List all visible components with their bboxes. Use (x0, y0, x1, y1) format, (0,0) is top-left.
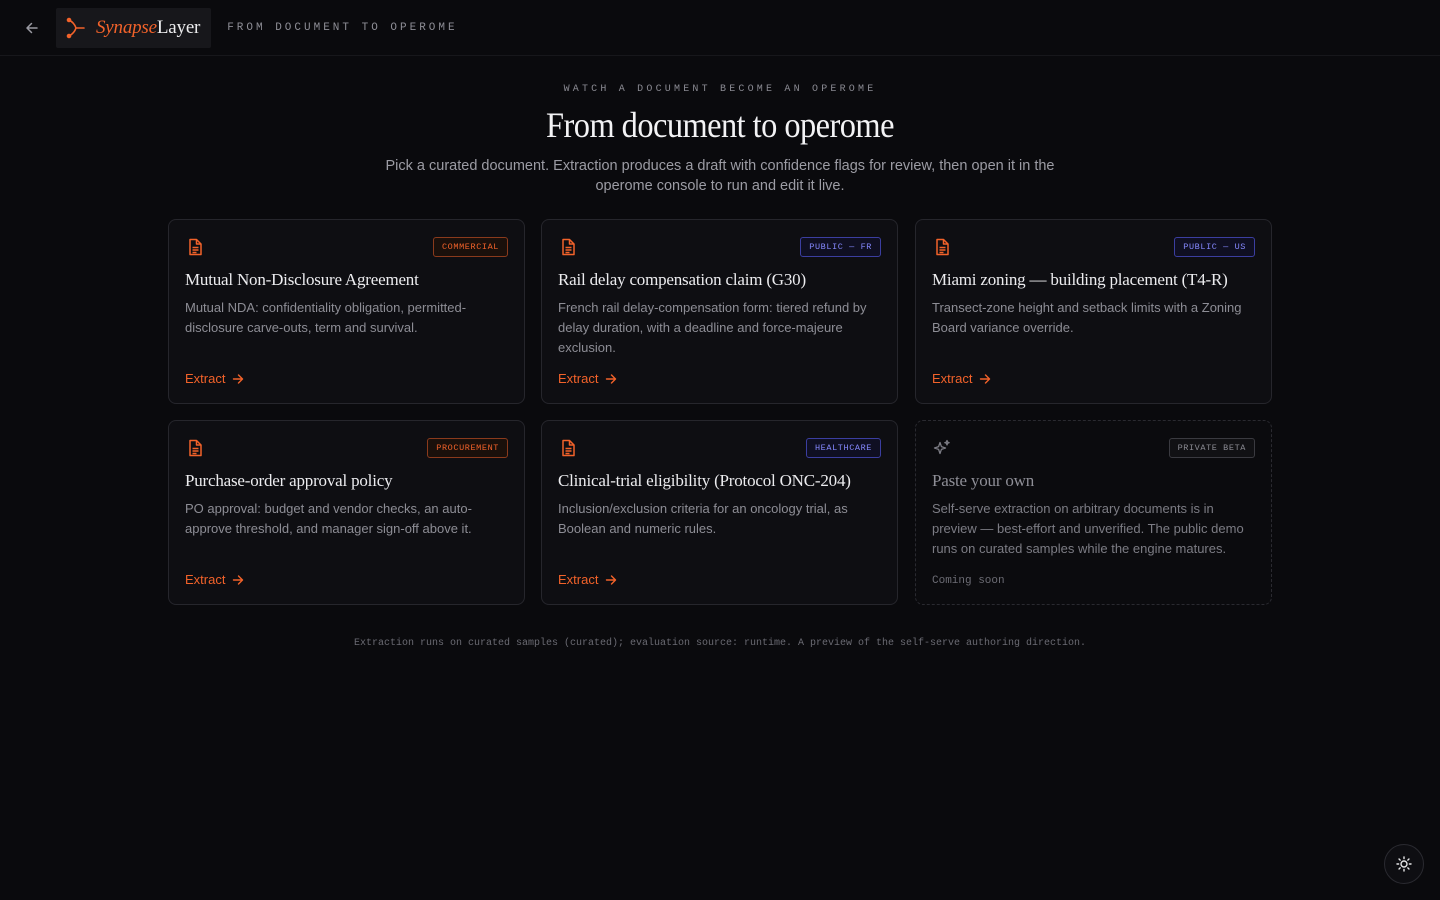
category-badge: COMMERCIAL (432, 236, 508, 257)
document-icon (562, 439, 575, 456)
top-bar: SynapseLayer FROM DOCUMENT TO OPEROME (0, 0, 1440, 56)
category-badge: HEALTHCARE (805, 437, 881, 458)
card-title: Mutual Non-Disclosure Agreement (185, 270, 419, 289)
extract-label: Extract (932, 371, 973, 386)
category-badge: PUBLIC — FR (800, 236, 881, 257)
hero-description: Pick a curated document. Extraction prod… (385, 158, 1055, 194)
synapse-logo-icon (66, 17, 85, 38)
card-title: Paste your own (932, 471, 1035, 490)
sample-card-clinical[interactable]: HEALTHCARE Clinical-trial eligibility (P… (541, 420, 898, 605)
document-icon (189, 439, 202, 456)
sample-card-nda[interactable]: COMMERCIAL Mutual Non-Disclosure Agreeme… (168, 219, 525, 404)
card-title: Rail delay compensation claim (G30) (558, 270, 806, 289)
arrow-right-icon (980, 373, 991, 384)
brand-logo-link[interactable]: SynapseLayer (56, 7, 212, 48)
category-badge: PUBLIC — US (1174, 236, 1255, 257)
arrow-right-icon (606, 373, 617, 384)
category-badge: PRIVATE BETA (1168, 437, 1255, 458)
card-description: Inclusion/exclusion criteria for an onco… (558, 501, 848, 536)
sample-card-rail[interactable]: PUBLIC — FR Rail delay compensation clai… (541, 219, 898, 404)
card-description: French rail delay-compensation form: tie… (558, 300, 867, 355)
card-description: Mutual NDA: confidentiality obligation, … (185, 300, 467, 335)
card-description: PO approval: budget and vendor checks, a… (185, 501, 472, 536)
extract-label: Extract (558, 371, 599, 386)
document-icon (189, 238, 202, 255)
hero-eyebrow: WATCH A DOCUMENT BECOME AN OPEROME (563, 84, 877, 95)
extract-button[interactable]: Extract (558, 572, 617, 587)
extract-button[interactable]: Extract (558, 371, 617, 386)
sample-card-zoning[interactable]: PUBLIC — US Miami zoning — building plac… (915, 219, 1272, 404)
sparkles-icon (933, 439, 950, 454)
extract-button[interactable]: Extract (185, 371, 244, 386)
extract-button[interactable]: Extract (185, 572, 244, 587)
card-title: Purchase-order approval policy (185, 471, 393, 490)
coming-soon-label: Coming soon (932, 575, 1005, 587)
brand-name-layer: Layer (156, 16, 201, 38)
card-description: Transect-zone height and setback limits … (932, 300, 1242, 335)
arrow-right-icon (233, 373, 244, 384)
back-button[interactable] (16, 12, 48, 44)
arrow-right-icon (606, 574, 617, 585)
hero: WATCH A DOCUMENT BECOME AN OPEROME From … (0, 84, 1440, 196)
extract-label: Extract (185, 572, 226, 587)
card-title: Clinical-trial eligibility (Protocol ONC… (558, 471, 851, 490)
sample-card-po[interactable]: PROCUREMENT Purchase-order approval poli… (168, 420, 525, 605)
sun-icon (1396, 856, 1412, 872)
footnote: Extraction runs on curated samples (cura… (353, 638, 1087, 649)
document-icon (936, 238, 949, 255)
brand-name: SynapseLayer (96, 17, 200, 39)
category-badge: PROCUREMENT (427, 437, 508, 458)
extract-label: Extract (185, 371, 226, 386)
arrow-left-icon (26, 22, 38, 33)
extract-label: Extract (558, 572, 599, 587)
page-title: From document to operome (546, 105, 894, 145)
page-breadcrumb: FROM DOCUMENT TO OPEROME (227, 21, 458, 34)
card-title: Miami zoning — building placement (T4-R) (932, 270, 1228, 289)
document-icon (562, 238, 575, 255)
arrow-right-icon (233, 574, 244, 585)
brand-name-synapse: Synapse (96, 16, 157, 38)
card-description: Self-serve extraction on arbitrary docum… (932, 501, 1244, 556)
extract-button[interactable]: Extract (932, 371, 991, 386)
sample-card-paste-your-own: PRIVATE BETA Paste your own Self-serve e… (915, 420, 1272, 605)
theme-toggle-button[interactable] (1384, 844, 1424, 884)
